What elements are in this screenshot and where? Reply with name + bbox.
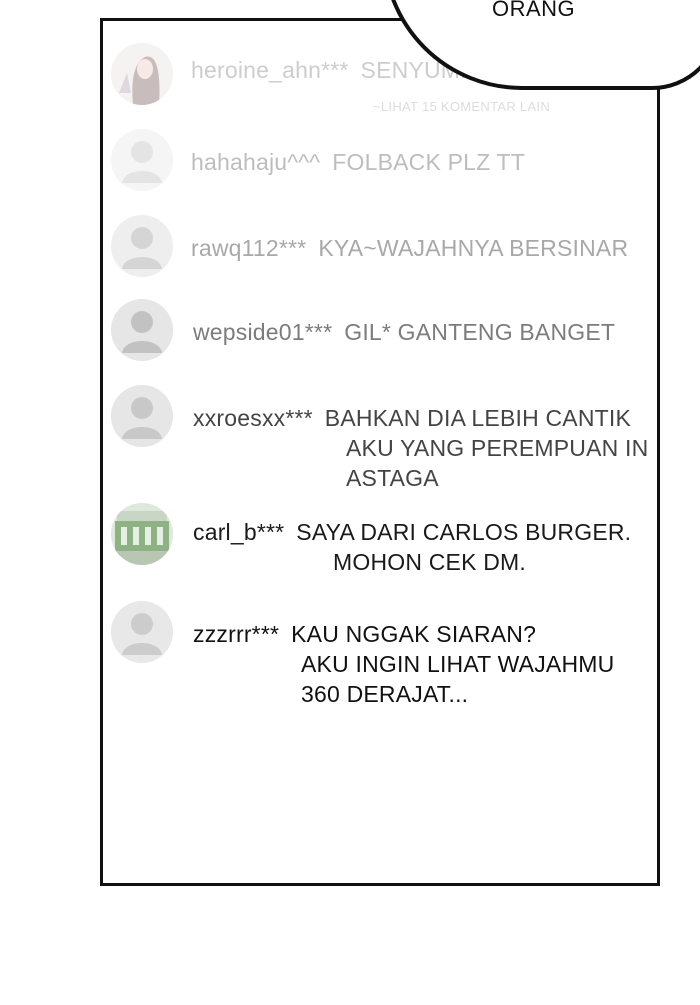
- comment-text: SAYA DARI CARLOS BURGER.: [296, 519, 632, 545]
- user-avatar-photo-icon[interactable]: [111, 43, 173, 105]
- username[interactable]: hahahaju^^^: [191, 149, 320, 175]
- speech-bubble-text: ORANG: [492, 0, 576, 21]
- comment-text: FOLBACK PLZ TT: [332, 149, 526, 175]
- comment-text: BAHKAN DIA LEBIH CANTIK: [324, 405, 632, 431]
- comment-panel: ~LIHAT 15 KOMENTAR LAIN heroine_ahn*** SE…: [100, 18, 660, 886]
- more-comments-link[interactable]: ~LIHAT 15 KOMENTAR LAIN: [373, 99, 550, 114]
- user-avatar-photo-icon[interactable]: [111, 503, 173, 565]
- comment-text: MOHON CEK DM.: [333, 549, 526, 575]
- default-avatar-icon[interactable]: [111, 215, 173, 277]
- username[interactable]: carl_b***: [193, 519, 284, 545]
- default-avatar-icon[interactable]: [111, 299, 173, 361]
- username[interactable]: wepside01***: [193, 319, 332, 345]
- username[interactable]: xxroesxx***: [193, 405, 313, 431]
- default-avatar-icon[interactable]: [111, 601, 173, 663]
- username[interactable]: rawq112***: [191, 235, 306, 261]
- comment-text: KYA~WAJAHNYA BERSINAR: [318, 235, 629, 261]
- default-avatar-icon[interactable]: [111, 129, 173, 191]
- comment-text: GIL* GANTENG BANGET: [344, 319, 616, 345]
- username[interactable]: zzzrrr***: [193, 621, 279, 647]
- comment-text: ASTAGA: [346, 465, 439, 491]
- comment-text: AKU YANG PEREMPUAN IN: [346, 435, 649, 461]
- username[interactable]: heroine_ahn***: [191, 57, 349, 83]
- comment-text: AKU INGIN LIHAT WAJAHMU: [301, 651, 615, 677]
- default-avatar-icon[interactable]: [111, 385, 173, 447]
- comment-text: 360 DERAJAT...: [301, 681, 469, 707]
- comment-text: KAU NGGAK SIARAN?: [291, 621, 537, 647]
